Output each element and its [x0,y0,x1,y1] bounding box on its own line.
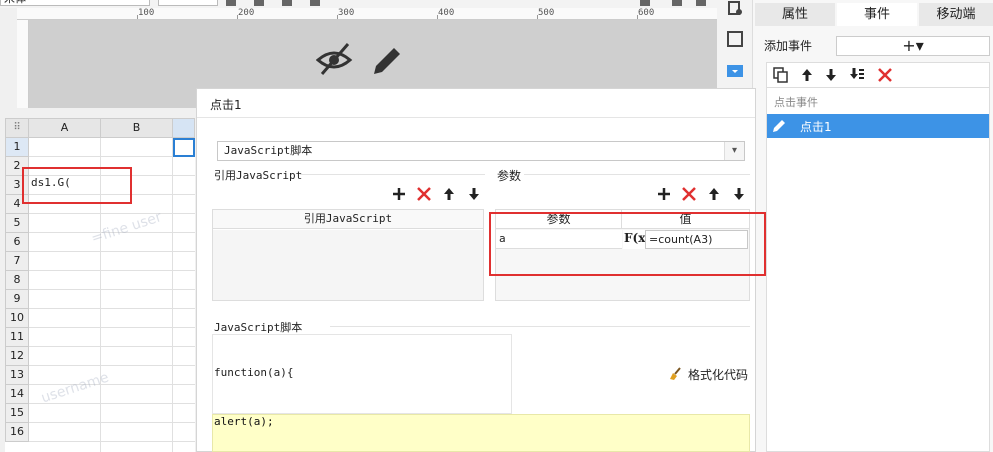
row-header[interactable]: 5 [5,214,29,233]
event-group-label: 点击事件 [774,96,818,109]
edit-icon[interactable] [771,118,787,134]
script-section-label: JavaScript脚本 [214,321,303,334]
sheet-corner[interactable]: ⠿ [5,118,29,138]
row-header[interactable]: 1 [5,138,29,157]
add-icon[interactable] [391,186,407,202]
move-up-icon[interactable] [799,67,815,83]
tab-events[interactable]: 事件 [837,3,917,26]
highlight-box-param [489,212,766,276]
param-section-label: 参数 [497,169,522,183]
ruler-mark: 100 [138,8,155,18]
row-header[interactable]: 8 [5,271,29,290]
ruler-mark: 500 [538,8,555,18]
font-family-select[interactable]: 宋体 [0,0,150,6]
horizontal-ruler: 100 200 300 400 500 600 [17,8,717,20]
selected-cell[interactable] [173,138,195,157]
row-header[interactable]: 11 [5,328,29,347]
add-icon[interactable] [656,186,672,202]
delete-icon[interactable] [877,67,893,83]
dialog-title: 点击1 [210,98,242,112]
add-event-label: 添加事件 [764,39,813,53]
column-header[interactable] [173,118,195,138]
frame-icon[interactable] [726,30,744,48]
align-center-icon[interactable] [282,0,292,6]
divider [197,117,755,118]
row-header[interactable]: 7 [5,252,29,271]
ruler-mark: 200 [238,8,255,18]
row-header[interactable]: 14 [5,385,29,404]
ruler-mark: 400 [438,8,455,18]
row-header[interactable]: 9 [5,290,29,309]
tab-properties[interactable]: 属性 [755,3,835,26]
ref-js-section-label: 引用JavaScript [214,169,303,182]
move-up-icon[interactable] [706,186,722,202]
image-icon[interactable] [696,0,706,6]
canvas-tools [315,40,406,80]
column-header[interactable]: B [101,118,173,138]
align-left-icon[interactable] [254,0,264,6]
code-body: alert(a); [214,415,274,428]
vertical-ruler [17,20,29,108]
row-header[interactable]: 13 [5,366,29,385]
event-toolbar [766,62,990,88]
format-code-label: 格式化代码 [688,368,749,382]
move-up-icon[interactable] [441,186,457,202]
code-signature: function(a){ [214,366,294,379]
hide-eye-icon[interactable] [315,40,406,80]
widget-settings-icon[interactable] [726,0,744,18]
font-size-select[interactable] [158,0,218,6]
row-header[interactable]: 6 [5,233,29,252]
code-editor[interactable] [212,414,750,452]
row-header[interactable]: 10 [5,309,29,328]
event-item-label: 点击1 [800,120,832,134]
move-bottom-icon[interactable] [849,67,865,83]
copy-icon[interactable] [773,67,789,83]
move-down-icon[interactable] [466,186,482,202]
ruler-mark: 600 [638,8,655,18]
move-down-icon[interactable] [731,186,747,202]
top-toolbar: 宋体 [0,0,752,8]
row-header[interactable]: 15 [5,404,29,423]
event-type-select[interactable]: JavaScript脚本 [217,141,745,161]
tab-mobile[interactable]: 移动端 [919,3,993,26]
ruler-mark: 300 [338,8,355,18]
chart-icon[interactable] [672,0,682,6]
delete-icon[interactable] [681,186,697,202]
delete-icon[interactable] [416,186,432,202]
bold-icon[interactable] [226,0,236,6]
ref-js-column-header: 引用JavaScript [213,210,483,229]
event-list [766,88,990,452]
event-item[interactable]: 点击1 [767,114,989,138]
row-header[interactable]: 16 [5,423,29,442]
dropdown-widget-icon[interactable] [726,62,744,80]
row-header[interactable]: 12 [5,347,29,366]
ref-js-list[interactable] [213,230,483,300]
edit-pencil-icon [374,48,400,74]
align-right-icon[interactable] [310,0,320,6]
chevron-down-icon[interactable]: ▾ [724,142,744,160]
broom-icon [670,367,681,380]
move-down-icon[interactable] [823,67,839,83]
column-header[interactable]: A [29,118,101,138]
fx-icon[interactable] [640,0,650,6]
highlight-box-cell [22,167,132,204]
add-event-button[interactable]: +▾ [836,36,990,56]
format-code-button[interactable]: 格式化代码 [668,366,748,383]
column-c-cells[interactable] [173,138,195,452]
